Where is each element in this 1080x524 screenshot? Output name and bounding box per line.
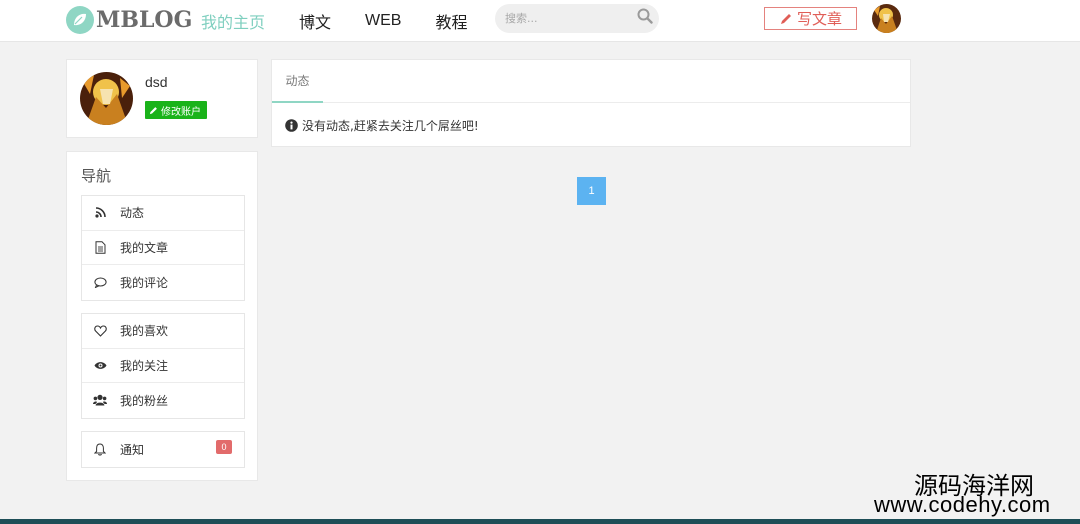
sidebar-item-label: 我的文章 <box>120 240 169 255</box>
write-article-button[interactable]: 写文章 <box>764 7 857 30</box>
comment-icon <box>93 275 107 289</box>
edit-account-button[interactable]: 修改账户 <box>145 101 207 119</box>
sidebar-item-activity[interactable]: 动态 <box>82 196 244 231</box>
sidebar-item-notifications[interactable]: 通知 0 <box>82 432 244 467</box>
heart-icon <box>93 324 107 338</box>
info-icon <box>285 119 298 132</box>
username: dsd <box>145 74 168 90</box>
site-logo[interactable]: MBLOG <box>66 5 192 35</box>
logo-text: MBLOG <box>96 7 193 33</box>
activity-tabs: 动态 <box>272 60 910 103</box>
nav-item-web[interactable]: WEB <box>365 12 401 30</box>
search-icon[interactable] <box>637 8 653 24</box>
empty-state-text: 没有动态,赶紧去关注几个屌丝吧! <box>302 119 479 133</box>
sidebar-item-label: 我的喜欢 <box>120 324 169 339</box>
sidebar-item-my-likes[interactable]: 我的喜欢 <box>82 314 244 349</box>
activity-panel: 动态 没有动态,赶紧去关注几个屌丝吧! <box>271 59 911 147</box>
navigation-title: 导航 <box>81 167 112 185</box>
rss-icon <box>93 206 107 220</box>
sidebar-item-my-fans[interactable]: 我的粉丝 <box>82 383 244 418</box>
profile-avatar[interactable] <box>80 72 133 125</box>
menu-group-notice: 通知 0 <box>81 431 245 468</box>
sidebar-item-label: 通知 <box>120 442 145 457</box>
tab-activity[interactable]: 动态 <box>272 60 323 103</box>
sidebar-item-label: 我的粉丝 <box>120 393 169 408</box>
sidebar-item-label: 我的关注 <box>120 358 169 373</box>
pagination-page-1[interactable]: 1 <box>577 177 606 205</box>
profile-card: dsd 修改账户 <box>66 59 258 138</box>
top-navbar: MBLOG 我的主页 博文 WEB 教程 写文章 <box>0 0 1080 42</box>
search-box <box>495 4 659 33</box>
empty-state-message: 没有动态,赶紧去关注几个屌丝吧! <box>285 117 479 134</box>
watermark-url: www.codehy.com <box>874 492 1051 517</box>
sidebar-item-my-follows[interactable]: 我的关注 <box>82 349 244 383</box>
document-icon <box>93 240 107 254</box>
main-nav: 我的主页 博文 WEB 教程 <box>201 0 502 42</box>
eye-icon <box>93 358 107 372</box>
nav-item-blog[interactable]: 博文 <box>299 9 331 33</box>
sidebar-item-my-articles[interactable]: 我的文章 <box>82 231 244 265</box>
bell-icon <box>93 442 107 456</box>
user-avatar[interactable] <box>872 4 901 33</box>
search-input[interactable] <box>505 9 625 28</box>
bottom-edge-bar <box>0 519 1080 524</box>
sidebar-item-label: 我的评论 <box>120 275 169 290</box>
write-article-label: 写文章 <box>796 10 842 28</box>
nav-item-tutorial[interactable]: 教程 <box>435 9 467 33</box>
sidebar-item-my-comments[interactable]: 我的评论 <box>82 265 244 300</box>
notification-count-badge: 0 <box>216 440 232 454</box>
navigation-card: 导航 动态 我的文章 我的评论 我的喜欢 我的关注 我的粉丝 通知 0 <box>66 151 258 481</box>
menu-group-activity: 动态 我的文章 我的评论 <box>81 195 245 301</box>
users-icon <box>93 393 107 407</box>
edit-account-label: 修改账户 <box>161 106 201 118</box>
nav-item-my-home[interactable]: 我的主页 <box>201 9 265 33</box>
logo-leaf-icon <box>66 6 94 34</box>
menu-group-social: 我的喜欢 我的关注 我的粉丝 <box>81 313 245 419</box>
sidebar-item-label: 动态 <box>120 206 145 221</box>
pencil-icon <box>149 106 157 114</box>
pencil-icon <box>780 13 791 24</box>
